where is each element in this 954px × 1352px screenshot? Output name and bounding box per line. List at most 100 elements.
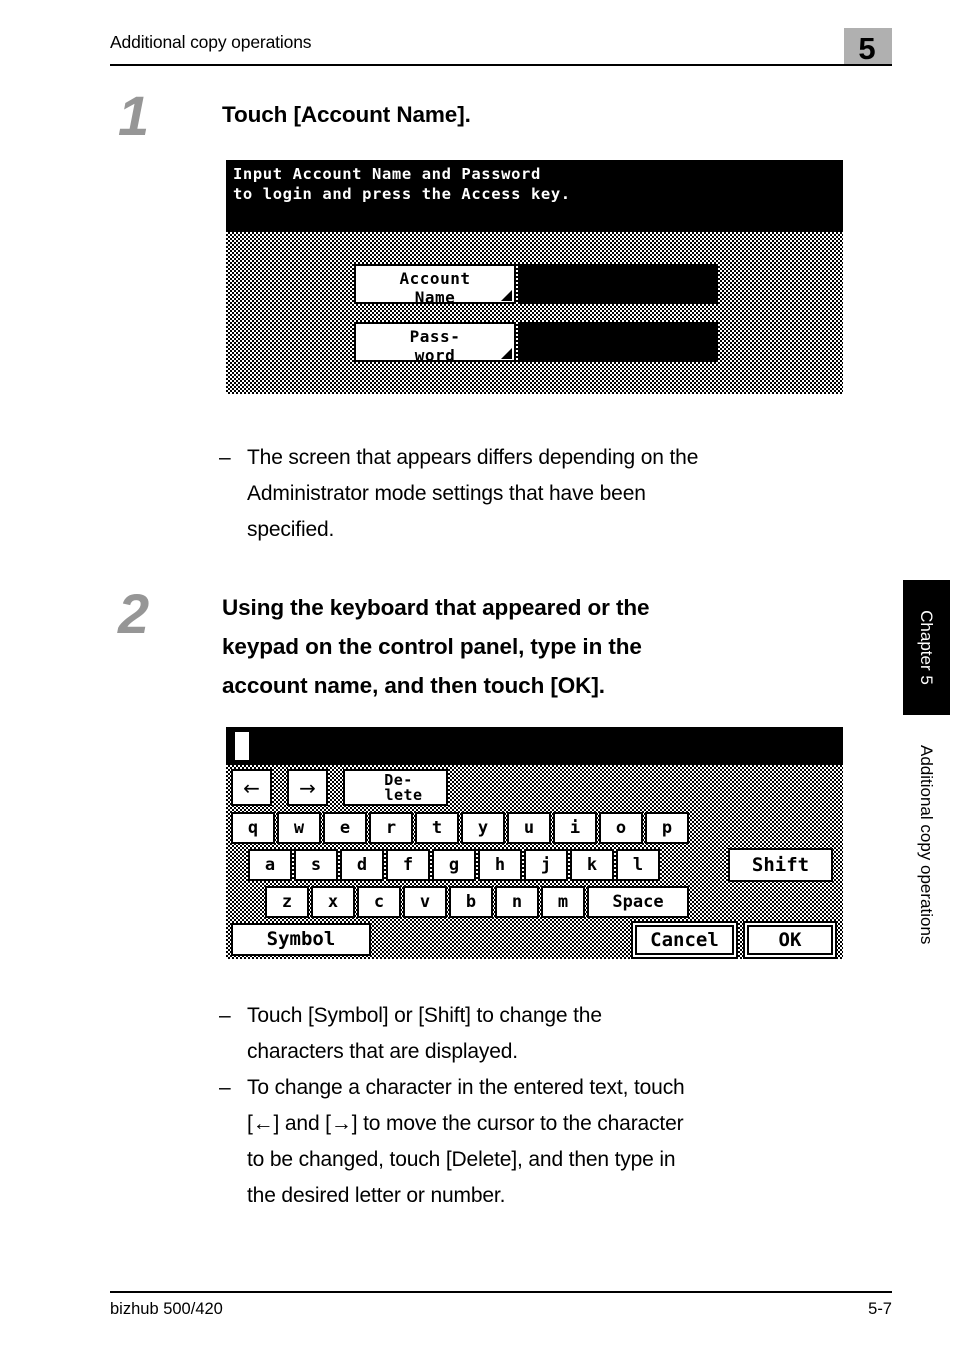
note-line: to be changed, touch [Delete], and then … [247,1148,676,1171]
lcd-login-body: Account Name Pass- word [226,232,843,394]
key-b[interactable]: b [449,886,493,918]
step-2-heading: Using the keyboard that appeared or the … [222,588,882,705]
key-label: o [615,817,627,838]
key-m[interactable]: m [541,886,585,918]
key-i[interactable]: i [553,812,597,844]
expand-corner-icon [501,348,512,359]
key-s[interactable]: s [294,849,338,881]
note-line: To change a character in the entered tex… [247,1076,685,1099]
key-label: d [356,854,368,875]
bullet-dash: – [219,1076,231,1099]
note-line: The screen that appears differs dependin… [247,446,699,469]
key-label: m [557,891,569,912]
page-header: Additional copy operations 5 [110,28,892,68]
cursor-right-key[interactable]: → [287,769,328,806]
key-z[interactable]: z [265,886,309,918]
step-2-heading-line1: Using the keyboard that appeared or the [222,595,650,620]
key-label: c [373,891,385,912]
key-v[interactable]: v [403,886,447,918]
key-j[interactable]: j [524,849,568,881]
key-label: k [586,854,598,875]
key-t[interactable]: t [415,812,459,844]
note-line: specified. [247,518,335,541]
key-label: p [661,817,673,838]
step-2-number: 2 [118,582,150,645]
lcd-screen-login: Input Account Name and Password to login… [226,160,843,394]
shift-key[interactable]: Shift [728,848,833,882]
password-button[interactable]: Pass- word [354,322,516,365]
account-name-value-field[interactable] [518,264,718,304]
key-r[interactable]: r [369,812,413,844]
key-f[interactable]: f [386,849,430,881]
note-line-with-arrow-keys: [←] and [→] to move the cursor to the ch… [247,1112,684,1135]
key-label: l [632,854,644,875]
note-item: – The screen that appears differs depend… [219,440,889,476]
account-name-button-label-line2: Name [414,288,456,307]
step-1-heading: Touch [Account Name]. [222,102,471,127]
step-2-heading-line2: keypad on the control panel, type in the [222,634,642,659]
key-label: Symbol [266,928,336,950]
ok-key[interactable]: OK [747,925,833,955]
footer-rule [110,1291,892,1293]
note-line: characters that are displayed. [247,1040,518,1063]
delete-key[interactable]: De- lete [343,769,448,806]
key-c[interactable]: c [357,886,401,918]
key-w[interactable]: w [277,812,321,844]
note-item-cont: to be changed, touch [Delete], and then … [219,1142,909,1178]
expand-corner-icon [501,290,512,301]
key-k[interactable]: k [570,849,614,881]
key-label: n [511,891,523,912]
key-d[interactable]: d [340,849,384,881]
key-label: b [465,891,477,912]
key-e[interactable]: e [323,812,367,844]
key-a[interactable]: a [248,849,292,881]
delete-key-label-line2: lete [384,786,423,804]
key-o[interactable]: o [599,812,643,844]
key-label: Space [612,891,664,912]
key-x[interactable]: x [311,886,355,918]
side-section-label: Additional copy operations [917,745,936,945]
key-label: x [327,891,339,912]
key-label: y [477,817,489,838]
keyboard-input-bar[interactable] [226,727,843,765]
key-label: a [264,854,276,875]
key-label: e [339,817,351,838]
cancel-key[interactable]: Cancel [635,925,734,955]
key-label: u [523,817,535,838]
space-key[interactable]: Space [587,886,689,918]
key-label: i [569,817,581,838]
account-name-button[interactable]: Account Name [354,264,516,307]
key-label: g [448,854,460,875]
key-label: j [540,854,552,875]
password-value-field[interactable] [518,322,718,362]
cursor-left-key[interactable]: ← [231,769,272,806]
key-label: q [247,817,259,838]
note-line: Touch [Symbol] or [Shift] to change the [247,1004,602,1027]
footer-page-number: 5-7 [868,1300,892,1318]
header-chapter-number: 5 [858,31,876,66]
lcd-login-message-line2: to login and press the Access key. [233,185,571,203]
key-n[interactable]: n [495,886,539,918]
key-p[interactable]: p [645,812,689,844]
lcd-login-message-bar: Input Account Name and Password to login… [226,160,843,232]
key-l[interactable]: l [616,849,660,881]
key-u[interactable]: u [507,812,551,844]
arrow-right-icon: → [299,775,316,800]
password-button-label-line1: Pass- [409,327,461,346]
password-button-label-line2: word [414,346,456,365]
key-y[interactable]: y [461,812,505,844]
key-q[interactable]: q [231,812,275,844]
key-label: h [494,854,506,875]
step-1-number: 1 [118,84,150,147]
note-line: the desired letter or number. [247,1184,506,1207]
step-1-note-list: – The screen that appears differs depend… [219,440,889,548]
key-h[interactable]: h [478,849,522,881]
step-2-heading-line3: account name, and then touch [OK]. [222,673,605,698]
key-label: v [419,891,431,912]
bullet-dash: – [219,1004,231,1027]
key-g[interactable]: g [432,849,476,881]
key-label: z [281,891,293,912]
note-item-cont: specified. [219,512,889,548]
header-section-title: Additional copy operations [110,32,312,52]
symbol-key[interactable]: Symbol [231,923,371,956]
